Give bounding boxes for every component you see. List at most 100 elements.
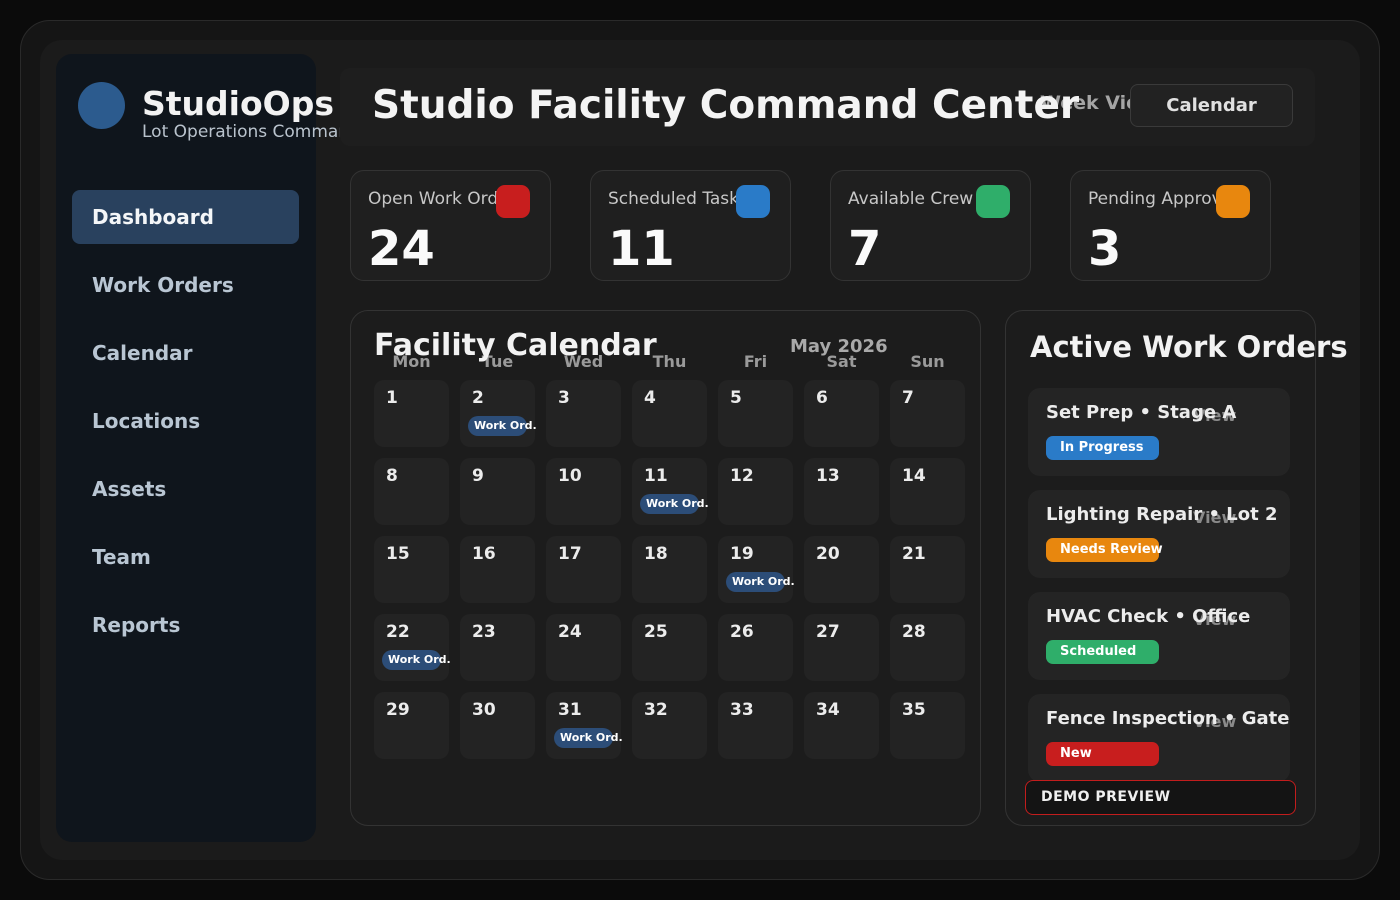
calendar-day[interactable]: 31 Work Ord. <box>546 692 623 759</box>
calendar-day[interactable]: 34 <box>804 692 879 759</box>
sidebar-item-work-orders[interactable]: Work Orders <box>72 258 299 312</box>
calendar-day[interactable]: 21 <box>890 536 965 603</box>
day-number: 32 <box>644 700 668 720</box>
sidebar-item-assets[interactable]: Assets <box>72 462 299 516</box>
calendar-day[interactable]: 18 <box>632 536 707 603</box>
sidebar-item-reports[interactable]: Reports <box>72 598 299 652</box>
calendar-day[interactable]: 28 <box>890 614 965 681</box>
calendar-day[interactable]: 5 <box>718 380 793 447</box>
calendar-day[interactable]: 3 <box>546 380 621 447</box>
calendar-day[interactable]: 23 <box>460 614 535 681</box>
calendar-day[interactable]: 17 <box>546 536 621 603</box>
calendar-day[interactable]: 19 Work Ord. <box>718 536 795 603</box>
stat-value: 24 <box>368 221 435 277</box>
brand-subtitle: Lot Operations Command <box>142 122 340 142</box>
calendar-event-chip[interactable]: Work Ord. <box>640 494 709 514</box>
sidebar-item-calendar[interactable]: Calendar <box>72 326 299 380</box>
day-number: 4 <box>644 388 656 408</box>
calendar-day[interactable]: 26 <box>718 614 793 681</box>
weekday-header: Fri <box>743 352 768 371</box>
status-chip-icon <box>736 185 770 218</box>
stat-value: 3 <box>1088 221 1122 277</box>
calendar-button[interactable]: Calendar <box>1130 84 1293 127</box>
calendar-day[interactable]: 24 <box>546 614 621 681</box>
calendar-day[interactable]: 35 <box>890 692 965 759</box>
day-number: 31 <box>558 700 582 720</box>
calendar-event-chip[interactable]: Work Ord. <box>726 572 795 592</box>
status-badge: New <box>1046 742 1159 766</box>
calendar-event-chip[interactable]: Work Ord. <box>554 728 623 748</box>
calendar-day[interactable]: 11 Work Ord. <box>632 458 709 525</box>
day-number: 11 <box>644 466 668 486</box>
day-number: 5 <box>730 388 742 408</box>
day-number: 24 <box>558 622 582 642</box>
day-number: 20 <box>816 544 840 564</box>
work-order-card[interactable]: View Lighting Repair • Lot 2 Needs Revie… <box>1028 490 1290 578</box>
work-order-card[interactable]: View Set Prep • Stage A In Progress <box>1028 388 1290 476</box>
calendar-day[interactable]: 13 <box>804 458 879 525</box>
work-orders-title: Active Work Orders <box>1030 330 1348 364</box>
calendar-day[interactable]: 33 <box>718 692 793 759</box>
work-order-name: Fence Inspection • Gate <box>1046 708 1290 729</box>
calendar-day[interactable]: 9 <box>460 458 535 525</box>
calendar-event-chip[interactable]: Work Ord. <box>382 650 451 670</box>
calendar-month: May 2026 <box>790 336 888 357</box>
day-number: 3 <box>558 388 570 408</box>
calendar-day[interactable]: 22 Work Ord. <box>374 614 451 681</box>
day-number: 35 <box>902 700 926 720</box>
calendar-day[interactable]: 20 <box>804 536 879 603</box>
status-badge: Needs Review <box>1046 538 1163 562</box>
calendar-day[interactable]: 15 <box>374 536 449 603</box>
status-badge: Scheduled <box>1046 640 1159 664</box>
calendar-day[interactable]: 1 <box>374 380 449 447</box>
calendar-day[interactable]: 7 <box>890 380 965 447</box>
calendar-day[interactable]: 6 <box>804 380 879 447</box>
calendar-day[interactable]: 25 <box>632 614 707 681</box>
work-order-name: Lighting Repair • Lot 2 <box>1046 504 1278 525</box>
day-number: 7 <box>902 388 914 408</box>
day-number: 13 <box>816 466 840 486</box>
sidebar-item-dashboard[interactable]: Dashboard <box>72 190 299 244</box>
day-number: 29 <box>386 700 410 720</box>
stat-card-scheduled-tasks[interactable]: Scheduled Tasks 11 <box>590 170 791 281</box>
day-number: 21 <box>902 544 926 564</box>
day-number: 9 <box>472 466 484 486</box>
stat-label: Available Crew <box>848 189 974 209</box>
sidebar-item-locations[interactable]: Locations <box>72 394 299 448</box>
day-number: 25 <box>644 622 668 642</box>
day-number: 15 <box>386 544 410 564</box>
calendar-day[interactable]: 10 <box>546 458 621 525</box>
calendar-day[interactable]: 8 <box>374 458 449 525</box>
work-order-card[interactable]: View Fence Inspection • Gate New <box>1028 694 1290 782</box>
calendar-day[interactable]: 16 <box>460 536 535 603</box>
stat-value: 11 <box>608 221 675 277</box>
status-chip-icon <box>496 185 530 218</box>
calendar-day[interactable]: 29 <box>374 692 449 759</box>
weekday-header: Sun <box>910 352 945 371</box>
day-number: 23 <box>472 622 496 642</box>
day-number: 22 <box>386 622 410 642</box>
stat-card-open-work-orders[interactable]: Open Work Orders 24 <box>350 170 551 281</box>
day-number: 19 <box>730 544 754 564</box>
status-chip-icon <box>976 185 1010 218</box>
calendar-event-chip[interactable]: Work Ord. <box>468 416 537 436</box>
day-number: 10 <box>558 466 582 486</box>
calendar-day[interactable]: 2 Work Ord. <box>460 380 537 447</box>
sidebar <box>56 54 316 842</box>
day-number: 1 <box>386 388 398 408</box>
day-number: 33 <box>730 700 754 720</box>
calendar-day[interactable]: 14 <box>890 458 965 525</box>
page-title: Studio Facility Command Center <box>372 83 1080 128</box>
stat-card-pending-approvals[interactable]: Pending Approvals 3 <box>1070 170 1271 281</box>
stat-card-available-crew[interactable]: Available Crew 7 <box>830 170 1031 281</box>
work-order-card[interactable]: View HVAC Check • Office Scheduled <box>1028 592 1290 680</box>
day-number: 6 <box>816 388 828 408</box>
calendar-day[interactable]: 27 <box>804 614 879 681</box>
day-number: 18 <box>644 544 668 564</box>
calendar-day[interactable]: 12 <box>718 458 793 525</box>
calendar-day[interactable]: 4 <box>632 380 707 447</box>
logo-icon <box>78 82 125 129</box>
calendar-day[interactable]: 30 <box>460 692 535 759</box>
calendar-day[interactable]: 32 <box>632 692 707 759</box>
sidebar-item-team[interactable]: Team <box>72 530 299 584</box>
